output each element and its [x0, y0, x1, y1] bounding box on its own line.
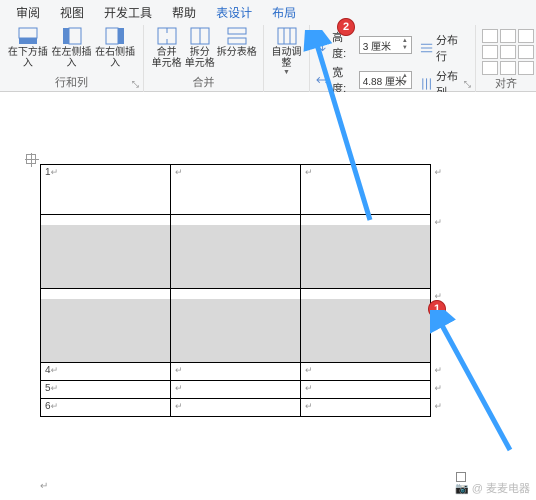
align-top-left-button[interactable] [482, 29, 498, 43]
callout-badge-1: 1 [428, 300, 446, 318]
ribbon-groups: 在下方插入 在左侧插入 在右侧插入 行和列 ⤡ 合并 单元格 [0, 22, 536, 92]
merge-cells-label: 合并 单元格 [152, 47, 182, 69]
split-table-button[interactable]: 拆分表格 [216, 25, 257, 58]
group-merge-label: 合并 [144, 74, 263, 92]
group-cell-size: 高度: 3 厘米 ▲▼ 宽度: 4.88 厘米 ▲▼ [310, 25, 476, 92]
table-row[interactable]: 6↵ ↵ ↵↵ [41, 399, 431, 417]
para-mark-icon: ↵ [51, 365, 59, 375]
align-bot-right-button[interactable] [518, 61, 534, 75]
group-align-label: 对齐 [476, 75, 536, 93]
callout-badge-2: 2 [337, 18, 355, 36]
align-top-right-button[interactable] [518, 29, 534, 43]
row-end-mark-icon: ↵ [434, 401, 442, 412]
para-mark-icon: ↵ [51, 401, 59, 411]
row-end-mark-icon: ↵ [434, 383, 442, 394]
tab-tabledesign[interactable]: 表设计 [210, 2, 258, 23]
table-row[interactable]: 5↵ ↵ ↵↵ [41, 381, 431, 399]
table-row[interactable]: 2↵ ↵ ↵↵ [41, 215, 431, 289]
align-grid [482, 25, 534, 75]
para-mark-icon: ↵ [175, 365, 183, 375]
para-mark-icon: ↵ [175, 167, 183, 177]
height-input[interactable]: 3 厘米 ▲▼ [359, 36, 412, 54]
height-value: 3 厘米 [363, 38, 391, 53]
insert-below-button[interactable]: 在下方插入 [6, 25, 50, 69]
col-width-icon [316, 73, 329, 87]
group-align: 对齐 [476, 25, 536, 92]
insert-right-label: 在右侧插入 [93, 47, 137, 69]
insert-right-button[interactable]: 在右侧插入 [93, 25, 137, 69]
merge-cells-button[interactable]: 合并 单元格 [150, 25, 183, 69]
insert-below-icon [18, 27, 38, 45]
split-cells-button[interactable]: 拆分 单元格 [183, 25, 216, 69]
distribute-rows-label: 分布行 [436, 32, 467, 64]
para-mark-icon: ↵ [305, 401, 313, 411]
autofit-icon [277, 27, 297, 45]
insert-left-icon [62, 27, 82, 45]
align-bot-center-button[interactable] [500, 61, 516, 75]
table-row[interactable]: 4↵ ↵ ↵↵ [41, 363, 431, 381]
distribute-cols-icon [420, 77, 433, 91]
width-spin-down[interactable]: ▼ [400, 80, 410, 87]
chevron-down-icon: ▼ [283, 69, 290, 77]
group-autofit: 自动调整 ▼ [264, 25, 310, 92]
height-spin-up[interactable]: ▲ [400, 38, 410, 45]
para-mark-icon: ↵ [305, 383, 313, 393]
table-move-handle-icon[interactable] [26, 154, 36, 164]
tab-help[interactable]: 帮助 [166, 2, 202, 23]
tab-layout[interactable]: 布局 [266, 2, 302, 23]
group-rows-cols-label: 行和列 [0, 74, 143, 92]
para-mark-icon: ↵ [51, 167, 59, 177]
group-merge: 合并 单元格 拆分 单元格 拆分表格 合并 [144, 25, 264, 92]
height-spin-down[interactable]: ▼ [400, 45, 410, 52]
group-rows-cols: 在下方插入 在左侧插入 在右侧插入 行和列 ⤡ [0, 25, 144, 92]
width-spin-up[interactable]: ▲ [400, 73, 410, 80]
cell-size-launcher-icon[interactable]: ⤡ [464, 79, 471, 90]
para-mark-icon: ↵ [40, 481, 48, 492]
tab-review[interactable]: 审阅 [10, 2, 46, 23]
align-mid-center-button[interactable] [500, 45, 516, 59]
split-cells-label: 拆分 单元格 [185, 47, 215, 69]
para-mark-icon: ↵ [175, 383, 183, 393]
merge-cells-icon [157, 27, 177, 45]
ribbon: 审阅 视图 开发工具 帮助 表设计 布局 在下方插入 在左侧插入 在右侧插入 [0, 0, 536, 92]
ribbon-tabs: 审阅 视图 开发工具 帮助 表设计 布局 [0, 0, 536, 22]
row-height-icon [316, 38, 329, 52]
align-bot-left-button[interactable] [482, 61, 498, 75]
tab-view[interactable]: 视图 [54, 2, 90, 23]
table-row[interactable]: 1↵ ↵ ↵↵ [41, 165, 431, 215]
rows-cols-launcher-icon[interactable]: ⤡ [132, 79, 139, 90]
width-input[interactable]: 4.88 厘米 ▲▼ [359, 71, 412, 89]
width-value: 4.88 厘米 [363, 73, 405, 88]
insert-left-label: 在左侧插入 [50, 47, 94, 69]
row-end-mark-icon: ↵ [434, 167, 442, 178]
split-table-label: 拆分表格 [217, 47, 257, 58]
para-mark-icon: ↵ [51, 383, 59, 393]
tab-devtools[interactable]: 开发工具 [98, 2, 158, 23]
insert-below-label: 在下方插入 [6, 47, 50, 69]
autofit-button[interactable]: 自动调整 ▼ [270, 25, 303, 77]
document-canvas[interactable]: 1↵ ↵ ↵↵ 2↵ ↵ ↵↵ 3↵ ↵ ↵↵ 4↵ ↵ ↵↵ 5↵ ↵ [0, 92, 536, 500]
align-mid-left-button[interactable] [482, 45, 498, 59]
document-table: 1↵ ↵ ↵↵ 2↵ ↵ ↵↵ 3↵ ↵ ↵↵ 4↵ ↵ ↵↵ 5↵ ↵ [40, 164, 431, 417]
row-height-field: 高度: 3 厘米 ▲▼ [316, 29, 412, 61]
para-mark-icon: ↵ [305, 365, 313, 375]
distribute-rows-icon [420, 41, 433, 55]
align-mid-right-button[interactable] [518, 45, 534, 59]
autofit-label: 自动调整 [270, 47, 303, 69]
distribute-rows-button[interactable]: 分布行 [418, 31, 469, 65]
watermark: 📷 @ 麦麦电器 [455, 480, 530, 496]
insert-right-icon [105, 27, 125, 45]
table-row[interactable]: 3↵ ↵ ↵↵ [41, 289, 431, 363]
align-top-center-button[interactable] [500, 29, 516, 43]
para-mark-icon: ↵ [175, 401, 183, 411]
row-end-mark-icon: ↵ [434, 365, 442, 376]
row-end-mark-icon: ↵ [434, 217, 442, 228]
insert-left-button[interactable]: 在左侧插入 [50, 25, 94, 69]
para-mark-icon: ↵ [305, 167, 313, 177]
split-table-icon [227, 27, 247, 45]
split-cells-icon [190, 27, 210, 45]
